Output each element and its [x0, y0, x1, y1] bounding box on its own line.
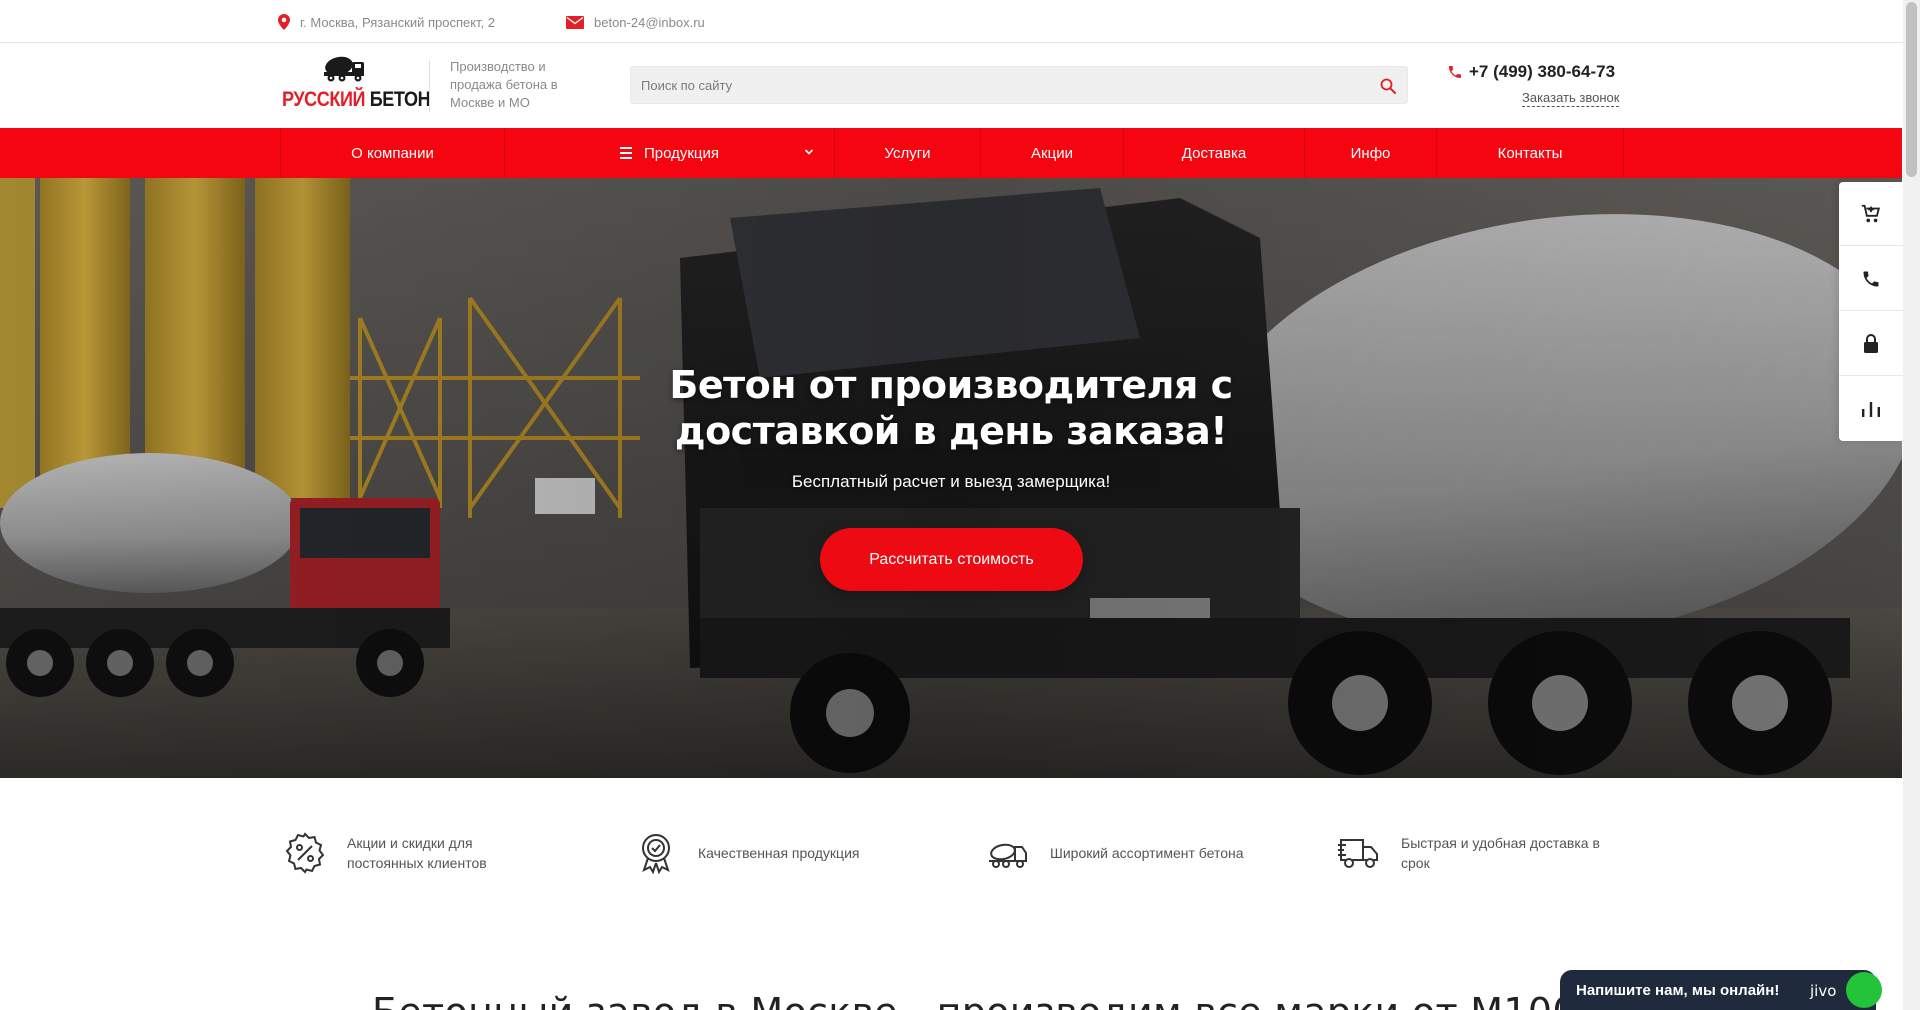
chart-icon	[1862, 402, 1880, 417]
side-widget	[1839, 182, 1903, 441]
mail-icon	[566, 15, 584, 29]
search-input[interactable]	[631, 67, 1361, 103]
nav-item-contacts[interactable]: Контакты	[1436, 128, 1624, 178]
tagline: Производство и продажа бетона в Москве и…	[450, 59, 558, 110]
nav-item-label: О компании	[351, 144, 434, 162]
search-box	[630, 66, 1408, 104]
scrollbar-thumb[interactable]	[1906, 2, 1917, 177]
chevron-down-icon	[804, 149, 814, 155]
cart-button[interactable]	[1839, 182, 1903, 246]
calculate-cost-button[interactable]: Рассчитать стоимость	[820, 528, 1083, 591]
header-divider	[429, 60, 430, 112]
nav-item-label: Продукция	[643, 144, 720, 162]
hero-title-line-1: Бетон от производителя с	[669, 363, 1233, 407]
top-info-bar: г. Москва, Рязанский проспект, 2 beton-2…	[0, 0, 1920, 43]
lock-icon	[1864, 333, 1878, 353]
hero-title: Бетон от производителя с доставкой в ден…	[551, 362, 1351, 454]
request-callback-link[interactable]: Заказать звонок	[1522, 90, 1620, 107]
phone-number[interactable]: +7 (499) 380-64-73	[1447, 62, 1615, 82]
location-pin-icon	[278, 14, 290, 30]
nav-item-about[interactable]: О компании	[280, 128, 504, 178]
email-info[interactable]: beton-24@inbox.ru	[566, 12, 705, 32]
nav-item-label: Услуги	[884, 144, 931, 162]
nav-item-label: Доставка	[1181, 144, 1247, 162]
concrete-truck-logo-icon	[324, 56, 364, 82]
logo-text-black: БЕТОН	[369, 88, 431, 111]
nav-item-label: Контакты	[1497, 144, 1563, 162]
feature-assortment: Широкий ассортимент бетона	[986, 828, 1244, 878]
page-scrollbar[interactable]	[1903, 0, 1920, 1010]
delivery-truck-icon	[1338, 839, 1378, 868]
call-button[interactable]	[1839, 247, 1903, 311]
phone-icon	[1863, 271, 1879, 286]
nav-item-products[interactable]: Продукция	[504, 128, 834, 178]
logo-text-red: РУССКИЙ	[282, 88, 366, 111]
phone-icon	[1449, 66, 1461, 78]
nav-item-label: Акции	[1031, 144, 1073, 162]
logo[interactable]: РУССКИЙ БЕТОН	[282, 56, 431, 114]
discount-icon	[285, 832, 325, 874]
nav-item-info[interactable]: Инфо	[1304, 128, 1436, 178]
menu-icon	[619, 147, 632, 159]
search-icon	[1380, 78, 1396, 94]
chat-label: Напишите нам, мы онлайн!	[1576, 982, 1780, 999]
feature-text: Акции и скидки для постоянных клиентов	[347, 835, 487, 871]
site-header: РУССКИЙ БЕТОН Производство и продажа бет…	[0, 44, 1920, 128]
online-chat-widget[interactable]: Напишите нам, мы онлайн! jivo	[1560, 970, 1882, 1010]
login-button[interactable]	[1839, 312, 1903, 376]
concrete-mixer-icon	[989, 843, 1027, 868]
jivo-logo: jivo	[1810, 982, 1837, 1000]
feature-text: Широкий ассортимент бетона	[1050, 845, 1244, 861]
main-navigation: О компании Продукция Услуги Акции Достав…	[0, 128, 1902, 178]
online-status-indicator	[1846, 972, 1882, 1008]
quality-badge-icon	[642, 834, 670, 875]
feature-discounts: Акции и скидки для постоянных клиентов	[283, 828, 527, 878]
feature-delivery: Быстрая и удобная доставка в срок	[1337, 828, 1631, 878]
cart-icon	[1861, 204, 1880, 222]
feature-text: Быстрая и удобная доставка в срок	[1401, 835, 1600, 871]
email-link[interactable]: beton-24@inbox.ru	[594, 15, 705, 30]
address-text: г. Москва, Рязанский проспект, 2	[300, 14, 496, 30]
feature-quality: Качественная продукция	[634, 828, 859, 878]
phone-text[interactable]: +7 (499) 380-64-73	[1469, 62, 1615, 82]
address-info: г. Москва, Рязанский проспект, 2	[278, 12, 495, 32]
search-button[interactable]	[1377, 75, 1399, 97]
logo-text: РУССКИЙ БЕТОН	[282, 88, 431, 112]
hero-title-line-2: доставкой в день заказа!	[674, 409, 1228, 453]
nav-item-label: Инфо	[1350, 144, 1391, 162]
hero-subtitle: Бесплатный расчет и выезд замерщика!	[791, 472, 1111, 491]
nav-item-services[interactable]: Услуги	[834, 128, 980, 178]
nav-item-delivery[interactable]: Доставка	[1123, 128, 1304, 178]
compare-button[interactable]	[1839, 377, 1903, 441]
feature-text: Качественная продукция	[698, 845, 860, 861]
nav-item-promotions[interactable]: Акции	[980, 128, 1123, 178]
hero-banner: Бетон от производителя с доставкой в ден…	[0, 178, 1902, 778]
